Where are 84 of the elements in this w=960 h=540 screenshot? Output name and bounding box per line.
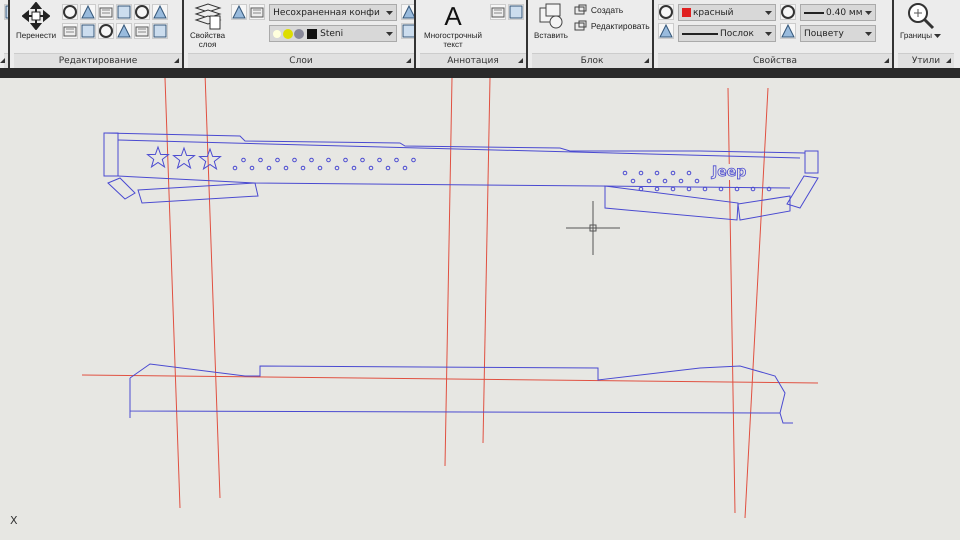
caret-icon: [765, 32, 772, 36]
toolbar-button[interactable]: [62, 4, 78, 20]
toolbar-button[interactable]: [780, 23, 796, 39]
panel-expand-button[interactable]: [946, 58, 951, 63]
tool-button[interactable]: Редактировать: [574, 20, 650, 32]
corner-arrow-icon: [518, 58, 523, 63]
toolbar-button[interactable]: [401, 23, 414, 39]
tool-icon: [780, 23, 796, 39]
panel-expand-button[interactable]: [0, 58, 5, 63]
panel-expand-button[interactable]: [518, 58, 523, 63]
caret-icon: [386, 32, 394, 36]
toolbar-button[interactable]: [134, 4, 150, 20]
tool-icon: [231, 4, 248, 20]
tool-icon: [98, 23, 114, 39]
dropdown[interactable]: Steni: [269, 25, 398, 42]
panel-title: Блок: [580, 56, 604, 66]
corner-arrow-icon: [644, 58, 649, 63]
panel-expand-button[interactable]: [644, 58, 649, 63]
tool-icon: [134, 4, 150, 20]
corner-arrow-icon: [946, 58, 951, 63]
panel-expand-button[interactable]: [884, 58, 889, 63]
corner-arrow-icon: [174, 58, 179, 63]
dropdown[interactable]: красный: [678, 4, 776, 21]
panel-title: Слои: [289, 56, 313, 66]
toolbar-button[interactable]: [780, 4, 796, 20]
axis-label: X: [10, 514, 18, 527]
toolbar-button[interactable]: [658, 23, 674, 39]
tool-icon: [658, 23, 674, 39]
toolbar-button[interactable]: [116, 23, 132, 39]
tool-icon: [116, 23, 132, 39]
layer-state-icon: [273, 28, 318, 40]
caret-icon: [865, 32, 872, 36]
panel-expand-button[interactable]: [406, 58, 411, 63]
corner-arrow-icon: [406, 58, 411, 63]
toolbar-button[interactable]: [658, 4, 674, 20]
tool-icon: [780, 4, 796, 20]
tool-icon: [508, 4, 524, 20]
tool-icon: [401, 23, 414, 39]
toolbar-button[interactable]: [152, 4, 168, 20]
corner-arrow-icon: [884, 58, 889, 63]
tool-icon: [401, 4, 414, 20]
crosshair-cursor-icon: [566, 200, 620, 256]
dropdown[interactable]: Несохраненная конфи: [269, 4, 398, 21]
panel-title: Свойства: [753, 56, 797, 66]
tool-icon: [80, 4, 96, 20]
caret-icon: [865, 10, 872, 14]
logo-text: Jeep: [712, 164, 746, 180]
blocks-icon: [574, 4, 588, 16]
blocks-icon: [574, 20, 588, 32]
corner-arrow-icon: [0, 58, 5, 63]
toolbar-button[interactable]: [98, 23, 114, 39]
panel-title: Утили: [912, 56, 940, 66]
dropdown[interactable]: Поцвету: [800, 25, 876, 42]
tool-button[interactable]: Перенести: [14, 2, 58, 40]
dropdown[interactable]: Послок: [678, 25, 776, 42]
toolbar-button[interactable]: [152, 23, 168, 39]
move-arrows-icon: [22, 2, 50, 30]
panel-title: Редактирование: [58, 56, 138, 66]
tool-icon: [116, 4, 132, 20]
toolbar-button[interactable]: [116, 4, 132, 20]
line-sample-icon: [804, 10, 824, 14]
search-icon: [906, 2, 934, 30]
tool-icon: [152, 4, 168, 20]
tool-button[interactable]: Вставить: [532, 2, 570, 40]
panel-title: Аннотация: [447, 56, 499, 66]
toolbar-button[interactable]: [231, 4, 248, 20]
caret-icon: [386, 10, 394, 14]
line-sample-icon: [682, 32, 718, 36]
toolbar-button[interactable]: [80, 23, 96, 39]
tool-button[interactable]: Границы: [898, 2, 943, 40]
toolbar-button[interactable]: [401, 4, 414, 20]
toolbar-button[interactable]: [508, 4, 524, 20]
toolbar-button[interactable]: [80, 4, 96, 20]
tool-button[interactable]: Создать: [574, 4, 650, 16]
caret-icon: [934, 34, 941, 38]
caret-icon: [765, 10, 772, 14]
panel-expand-button[interactable]: [174, 58, 179, 63]
tool-icon: [658, 4, 674, 20]
tool-button[interactable]: A Многострочный текст: [420, 2, 486, 49]
tool-icon: [62, 4, 78, 20]
tool-icon: [152, 23, 168, 39]
tool-icon: [80, 23, 96, 39]
tool-button[interactable]: Свойства слоя: [188, 2, 228, 49]
dropdown[interactable]: 0.40 мм: [800, 4, 876, 21]
